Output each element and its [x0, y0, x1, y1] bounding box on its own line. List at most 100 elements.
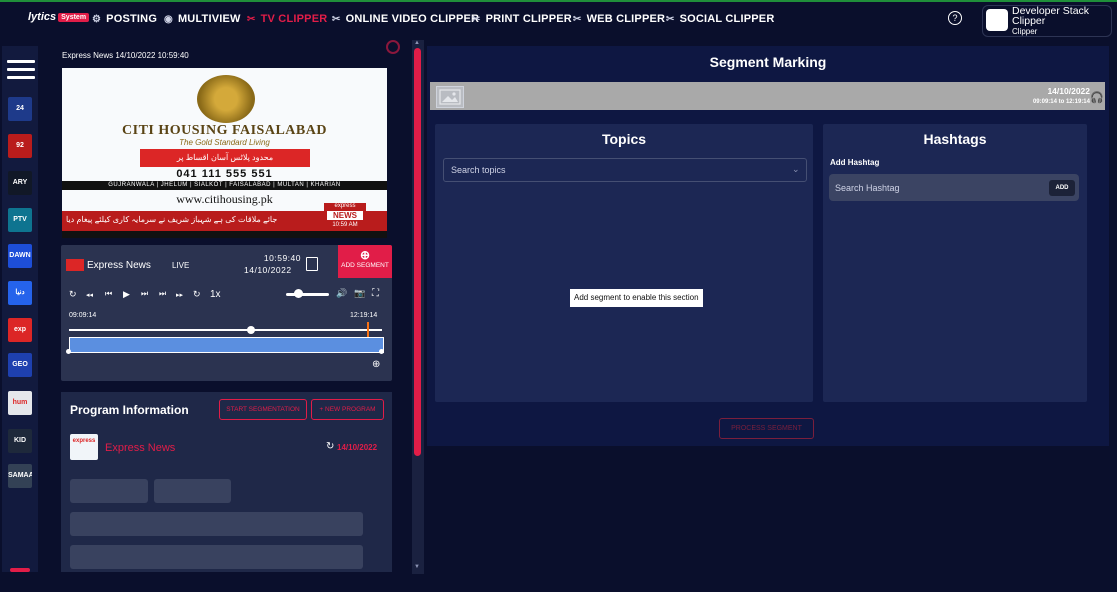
- channel-bug: express NEWS 10:59 AM: [324, 203, 366, 231]
- globe-icon: ◉: [164, 13, 173, 25]
- video-bottom-bar: [62, 231, 387, 238]
- volume-knob[interactable]: [294, 289, 304, 298]
- timeline-playhead[interactable]: [246, 326, 255, 334]
- skip-end-icon[interactable]: ⏭: [159, 289, 166, 299]
- add-icon: ⊕: [359, 248, 371, 262]
- nav-item-label: ONLINE VIDEO CLIPPER: [345, 13, 480, 25]
- image-placeholder-icon: [436, 86, 464, 108]
- close-player-icon[interactable]: [386, 40, 400, 54]
- nav-item-posting[interactable]: ⚙ POSTING: [92, 13, 157, 25]
- headphone-icon[interactable]: 🎧: [1090, 91, 1104, 104]
- channel-92-news[interactable]: 92: [8, 134, 32, 158]
- add-hashtag-button[interactable]: ADD: [1049, 180, 1075, 196]
- segment-header-bar: 14/10/2022 09:09:14 to 12:19:14 🎧: [430, 82, 1105, 110]
- nav-item-multiview[interactable]: ◉ MULTIVIEW: [164, 13, 241, 25]
- calendar-icon[interactable]: [306, 257, 318, 271]
- volume-slider[interactable]: [286, 293, 329, 296]
- channel-sidebar: 24 92 ARY PTV DAWN دنیا exp GEO hum KID SAMAA: [2, 46, 38, 572]
- nav-item-social-clipper[interactable]: ✂ SOCIAL CLIPPER: [666, 13, 774, 25]
- search-topics-select[interactable]: Search topics ⌄: [443, 158, 807, 182]
- user-profile-menu[interactable]: Developer Stack Clipper Clipper: [982, 5, 1112, 37]
- channel-kidz-zone[interactable]: KID: [8, 429, 32, 453]
- scroll-down-icon[interactable]: ▼: [414, 564, 420, 570]
- range-start-handle[interactable]: [66, 349, 71, 354]
- scissors-icon: ✂: [573, 13, 582, 25]
- volume-icon[interactable]: 🔊: [336, 288, 347, 299]
- hashtags-title: Hashtags: [923, 131, 987, 147]
- nav-item-label: SOCIAL CLIPPER: [679, 13, 775, 25]
- add-hashtag-label: Add Hashtag: [830, 158, 880, 167]
- ticker-news-label: NEWS: [327, 211, 363, 220]
- previous-icon[interactable]: ⏮: [105, 289, 112, 299]
- channel-dawn-news[interactable]: DAWN: [8, 244, 32, 268]
- nav-item-label: TV CLIPPER: [260, 13, 328, 25]
- hashtag-input[interactable]: Search Hashtag ADD: [829, 174, 1079, 201]
- channel-ary-news[interactable]: ARY: [8, 171, 32, 195]
- next-icon[interactable]: ⏭: [141, 289, 148, 299]
- zoom-icon[interactable]: ⊕: [372, 359, 380, 370]
- range-end-handle[interactable]: [379, 349, 384, 354]
- segment-marking-panel: Segment Marking 14/10/2022 09:09:14 to 1…: [427, 46, 1109, 446]
- play-icon[interactable]: ▶: [123, 289, 130, 300]
- scroll-up-icon[interactable]: ▲: [414, 40, 420, 46]
- user-name: Developer Stack Clipper: [1012, 5, 1090, 27]
- loop-icon[interactable]: ↻: [193, 289, 201, 300]
- rewind-icon[interactable]: ◂◂: [86, 291, 93, 299]
- app-logo[interactable]: lytics System: [28, 11, 90, 23]
- program-info-title: Program Information: [70, 403, 189, 417]
- channel-24-news-hd[interactable]: 24: [8, 97, 32, 121]
- hamburger-menu-icon[interactable]: [7, 60, 35, 84]
- sidebar-scroll-indicator: [10, 568, 30, 572]
- chevron-down-icon: ⌄: [792, 164, 800, 174]
- topics-title: Topics: [601, 131, 647, 147]
- player-controls-panel: Express News LIVE 10:59:40 14/10/2022 ⊕ …: [61, 245, 392, 381]
- channel-ptv-news[interactable]: PTV: [8, 208, 32, 232]
- timeline-track[interactable]: [69, 329, 382, 331]
- ad-subtitle: The Gold Standard Living: [179, 138, 270, 147]
- avatar: [986, 9, 1008, 31]
- program-channel-name: Express News: [105, 442, 176, 454]
- channel-samaa[interactable]: SAMAA: [8, 464, 32, 488]
- video-player[interactable]: CITI HOUSING FAISALABAD The Gold Standar…: [62, 68, 387, 238]
- fast-forward-icon[interactable]: ▸▸: [176, 291, 183, 299]
- user-role: Clipper: [1012, 27, 1038, 36]
- channel-express-news[interactable]: exp: [8, 318, 32, 342]
- process-segment-button[interactable]: PROCESS SEGMENT: [719, 418, 814, 439]
- program-date: 14/10/2022: [337, 443, 378, 452]
- channel-name: Express News: [87, 260, 151, 271]
- ad-cities: GUJRANWALA | JHELUM | SIALKOT | FAISALAB…: [62, 181, 387, 190]
- refresh-icon[interactable]: ↻: [326, 441, 334, 452]
- segment-range-bar[interactable]: [69, 337, 384, 353]
- camera-icon[interactable]: 📷: [354, 288, 365, 299]
- nav-item-label: PRINT CLIPPER: [485, 13, 572, 25]
- fullscreen-icon[interactable]: ⛶: [372, 288, 379, 299]
- player-header: Express News 14/10/2022 10:59:40: [62, 51, 189, 60]
- ad-title: CITI HOUSING FAISALABAD: [122, 123, 327, 138]
- ticker-text: جائے ملاقات کی ہے شہباز شریف نے سرمایہ ک…: [66, 215, 278, 224]
- ticker-brand: express: [334, 203, 356, 209]
- segment-time-range: 09:09:14 to 12:19:14: [1032, 99, 1090, 105]
- timeline-end: 12:19:14: [350, 312, 378, 319]
- channel-hum-news[interactable]: hum: [8, 391, 32, 415]
- nav-item-online-video-clipper[interactable]: ✂ ONLINE VIDEO CLIPPER: [332, 13, 479, 25]
- help-icon[interactable]: ?: [948, 11, 962, 25]
- channel-dunya-news[interactable]: دنیا: [8, 281, 32, 305]
- channel-logo: [66, 259, 84, 271]
- live-badge: LIVE: [172, 261, 190, 270]
- new-program-button[interactable]: + NEW PROGRAM: [311, 399, 384, 420]
- nav-item-print-clipper[interactable]: ✂ PRINT CLIPPER: [472, 13, 572, 25]
- add-segment-button[interactable]: ⊕ ADD SEGMENT: [338, 245, 392, 278]
- nav-item-tv-clipper[interactable]: ✂ TV CLIPPER: [247, 13, 327, 25]
- segment-marking-title: Segment Marking: [709, 54, 827, 70]
- playback-speed[interactable]: 1x: [210, 289, 221, 300]
- nav-item-web-clipper[interactable]: ✂ WEB CLIPPER: [573, 13, 665, 25]
- channel-geo-news[interactable]: GEO: [8, 353, 32, 377]
- start-segmentation-button[interactable]: START SEGMENTATION: [219, 399, 307, 420]
- scissors-icon: ✂: [472, 13, 481, 25]
- search-topics-placeholder: Search topics: [451, 165, 506, 175]
- replay-icon[interactable]: ↻: [69, 289, 77, 300]
- scrollbar-thumb[interactable]: [414, 48, 421, 456]
- news-ticker: جائے ملاقات کی ہے شہباز شریف نے سرمایہ ک…: [62, 203, 387, 231]
- nav-item-label: POSTING: [106, 13, 158, 25]
- ticker-time: 10:59 AM: [332, 222, 358, 228]
